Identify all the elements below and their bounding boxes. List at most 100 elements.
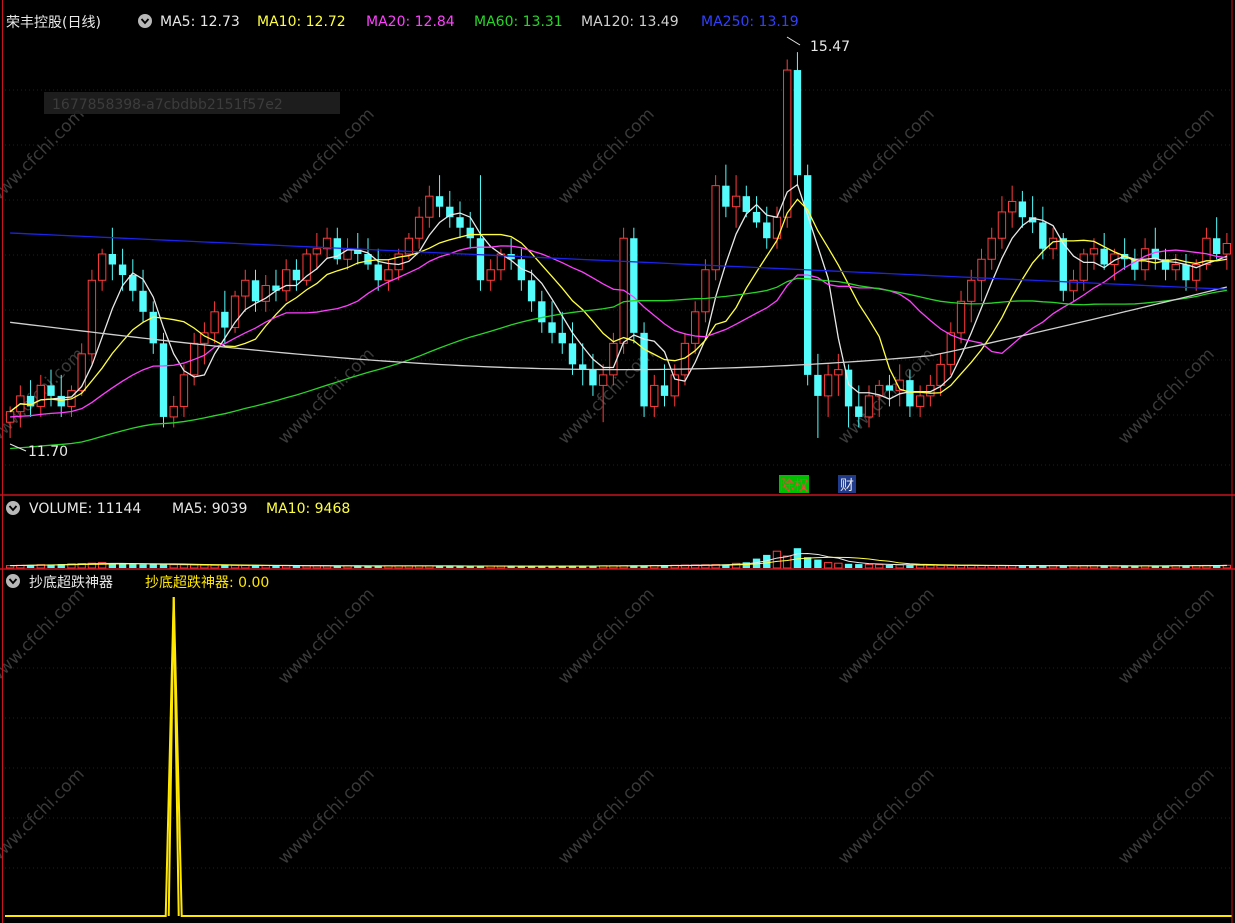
candle-down[interactable]: [814, 374, 822, 396]
volume-bar-down[interactable]: [129, 564, 137, 568]
candle-up[interactable]: [210, 311, 219, 334]
candle-down[interactable]: [568, 343, 577, 365]
candle-down[interactable]: [793, 70, 802, 176]
candle-up[interactable]: [179, 374, 189, 407]
candle-up[interactable]: [915, 395, 925, 407]
volume-bar-up[interactable]: [936, 564, 945, 569]
candle-up[interactable]: [977, 258, 986, 281]
candle-up[interactable]: [731, 195, 741, 208]
candle-up[interactable]: [823, 374, 833, 397]
candle-up[interactable]: [241, 279, 250, 297]
candle-up[interactable]: [282, 269, 291, 292]
candle-down[interactable]: [527, 280, 536, 302]
candle-up[interactable]: [486, 269, 495, 281]
candle-up[interactable]: [691, 311, 700, 344]
candle-up[interactable]: [384, 269, 393, 281]
volume-bar-up[interactable]: [864, 563, 874, 569]
candle-down[interactable]: [476, 238, 485, 281]
candle-down[interactable]: [752, 211, 761, 223]
candle-down[interactable]: [129, 275, 137, 291]
volume-bar-up[interactable]: [946, 564, 955, 569]
candle-down[interactable]: [906, 380, 914, 407]
candle-up[interactable]: [36, 384, 45, 407]
candle-up[interactable]: [414, 216, 424, 239]
volume-bar-down[interactable]: [221, 565, 229, 568]
volume-bar-up[interactable]: [169, 564, 178, 569]
candle-down[interactable]: [1182, 264, 1190, 281]
candle-down[interactable]: [722, 185, 730, 207]
candle-down[interactable]: [630, 238, 638, 333]
volume-bar-down[interactable]: [844, 563, 853, 568]
candle-up[interactable]: [956, 300, 966, 334]
candle-up[interactable]: [997, 211, 1007, 239]
volume-bar-up[interactable]: [210, 564, 219, 569]
volume-bar-up[interactable]: [895, 564, 904, 569]
candle-down[interactable]: [589, 369, 597, 386]
volume-chevron-down-icon[interactable]: [6, 501, 20, 515]
volume-bar-up[interactable]: [823, 562, 833, 569]
candle-down[interactable]: [1018, 201, 1027, 218]
candle-down[interactable]: [660, 385, 669, 396]
volume-bar-down[interactable]: [814, 559, 822, 568]
candle-down[interactable]: [159, 343, 168, 417]
candle-down[interactable]: [1100, 248, 1108, 265]
stock-chart[interactable]: www.cfchi.com www.cfchi.com www.cfchi.com w…: [0, 0, 1235, 923]
candle-down[interactable]: [47, 385, 55, 396]
volume-bar-up[interactable]: [200, 564, 209, 569]
candle-down[interactable]: [742, 196, 750, 212]
candle-up[interactable]: [711, 185, 720, 271]
candle-up[interactable]: [97, 253, 107, 281]
volume-bar-down[interactable]: [139, 564, 147, 568]
candle-down[interactable]: [763, 222, 771, 239]
candle-down[interactable]: [435, 196, 444, 207]
volume-bar-down[interactable]: [118, 563, 127, 568]
candle-down[interactable]: [885, 385, 894, 391]
volume-bar-down[interactable]: [159, 564, 168, 568]
candle-up[interactable]: [834, 369, 843, 376]
candle-up[interactable]: [1089, 248, 1099, 255]
volume-bar-down[interactable]: [803, 557, 812, 568]
candle-down[interactable]: [558, 332, 566, 344]
candle-down[interactable]: [548, 322, 556, 333]
candle-down[interactable]: [456, 217, 464, 228]
volume-bar-down[interactable]: [906, 565, 914, 568]
volume-bar-up[interactable]: [915, 564, 925, 569]
candle-down[interactable]: [118, 264, 127, 276]
volume-bar-down[interactable]: [149, 564, 157, 568]
candle-up[interactable]: [312, 248, 322, 255]
candle-up[interactable]: [598, 374, 608, 386]
candle-down[interactable]: [855, 406, 863, 417]
candle-up[interactable]: [987, 237, 996, 260]
candle-up[interactable]: [936, 363, 945, 386]
candle-down[interactable]: [251, 280, 260, 302]
volume-bar-up[interactable]: [783, 555, 792, 569]
candle-down[interactable]: [108, 254, 117, 265]
candle-up[interactable]: [864, 395, 874, 418]
volume-bar-down[interactable]: [855, 564, 863, 568]
volume-bar-up[interactable]: [926, 564, 935, 569]
volume-bar-down[interactable]: [793, 548, 802, 568]
candle-up[interactable]: [169, 405, 178, 418]
chevron-down-icon[interactable]: [138, 14, 152, 28]
candle-down[interactable]: [538, 301, 546, 323]
candle-up[interactable]: [425, 195, 434, 218]
candle-down[interactable]: [292, 269, 301, 281]
candle-down[interactable]: [1212, 238, 1221, 254]
candle-up[interactable]: [650, 384, 659, 407]
volume-layer[interactable]: [5, 548, 1232, 569]
volume-bar-up[interactable]: [875, 564, 884, 569]
candle-up[interactable]: [946, 332, 955, 365]
candle-up[interactable]: [967, 279, 976, 302]
candle-up[interactable]: [1007, 200, 1017, 213]
candle-up[interactable]: [1079, 253, 1088, 281]
candle-up[interactable]: [1171, 264, 1180, 271]
candle-up[interactable]: [87, 279, 97, 355]
volume-bar-up[interactable]: [189, 564, 199, 569]
candle-down[interactable]: [221, 311, 229, 328]
volume-bar-down[interactable]: [885, 564, 894, 568]
volume-bar-up[interactable]: [834, 562, 843, 569]
volume-bar-up[interactable]: [772, 550, 782, 569]
candle-down[interactable]: [1039, 222, 1047, 249]
candle-down[interactable]: [139, 290, 147, 312]
volume-bar-up[interactable]: [230, 564, 240, 569]
